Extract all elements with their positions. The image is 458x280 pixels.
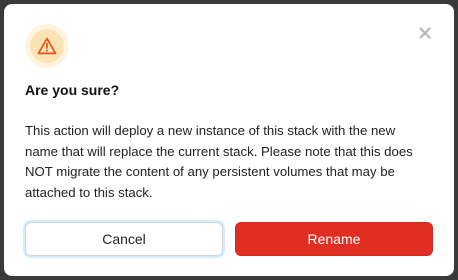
close-button[interactable]: [415, 23, 435, 43]
close-icon: [419, 27, 431, 39]
warning-triangle-icon: [37, 37, 57, 55]
dialog-message: This action will deploy a new instance o…: [25, 123, 413, 200]
rename-button[interactable]: Rename: [235, 222, 433, 256]
cancel-button-label: Cancel: [102, 231, 146, 247]
confirm-dialog: Are you sure? This action will deploy a …: [4, 4, 454, 276]
warning-badge: [25, 24, 69, 68]
dialog-title: Are you sure?: [25, 82, 120, 98]
rename-button-label: Rename: [307, 231, 361, 247]
cancel-button[interactable]: Cancel: [25, 222, 223, 256]
